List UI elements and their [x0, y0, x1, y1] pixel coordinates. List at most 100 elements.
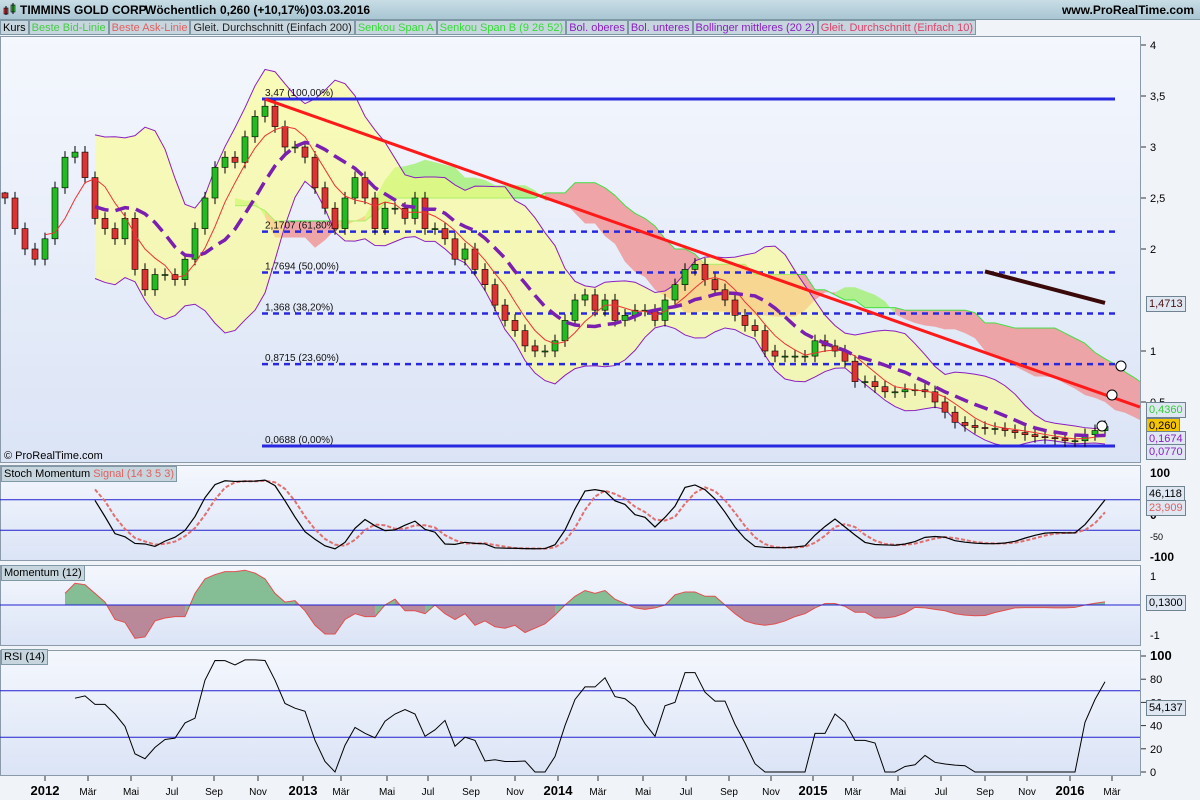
candle-body — [1051, 437, 1059, 440]
candle-body — [21, 228, 29, 250]
time-tick-label: Mär — [844, 787, 862, 798]
candle-body — [571, 299, 579, 321]
chart-area[interactable]: 43,532,5210,53,47 (100,00%)2,1707 (61,80… — [0, 0, 1200, 800]
time-tick-label: Sep — [720, 787, 738, 798]
momentum-area — [975, 605, 985, 616]
stoch-signal-label: Signal (14 3 5 3) — [93, 468, 174, 480]
ichimoku-cloud-segment — [635, 213, 645, 278]
candle-body — [401, 207, 409, 219]
momentum-area — [965, 605, 975, 616]
momentum-area — [215, 571, 225, 605]
candle-body — [951, 411, 959, 423]
momentum-tick-label: 1 — [1150, 571, 1156, 583]
momentum-area — [705, 596, 715, 605]
candle-body — [321, 187, 329, 209]
time-tick-label: Nov — [762, 787, 780, 798]
candle-body — [351, 177, 359, 199]
stoch-label: Stoch Momentum — [4, 468, 91, 480]
candle-body — [1061, 438, 1069, 442]
price-tick-label: 4 — [1150, 40, 1156, 52]
ichimoku-cloud-segment — [1135, 378, 1140, 421]
rsi-legend-tab[interactable]: RSI (14) — [1, 649, 48, 665]
stoch-tick-label: 100 — [1150, 466, 1170, 480]
price-tick-label: 1 — [1150, 346, 1156, 358]
time-tick-label: Jul — [166, 787, 179, 798]
candle-body — [121, 218, 129, 240]
candle-body — [461, 248, 469, 260]
panel-3 — [0, 650, 1141, 776]
candle-body — [101, 218, 109, 229]
rsi-tick-label: 0 — [1150, 767, 1156, 779]
candle-body — [871, 381, 879, 388]
ichimoku-cloud-segment — [1055, 328, 1065, 384]
candle-body — [11, 197, 19, 229]
momentum-area — [885, 605, 895, 619]
candle-body — [1, 192, 9, 199]
candle-body — [491, 284, 499, 306]
candle-body — [361, 177, 369, 199]
candle-body — [711, 279, 719, 291]
ichimoku-cloud-segment — [1105, 358, 1115, 411]
rsi-tick-label: 20 — [1150, 744, 1162, 756]
time-tick-label: 2012 — [31, 783, 60, 798]
ichimoku-cloud-segment — [1125, 371, 1135, 418]
candle-body — [111, 228, 119, 240]
candle-body — [591, 294, 599, 311]
candle-body — [941, 401, 949, 413]
momentum-area — [685, 591, 695, 605]
candle-body — [81, 151, 89, 178]
time-tick-label: 2015 — [799, 783, 828, 798]
candle-body — [141, 269, 149, 291]
candle-body — [391, 207, 399, 210]
candle-body — [271, 105, 279, 127]
candle-body — [281, 126, 289, 148]
candle-body — [41, 238, 49, 260]
candle-body — [251, 116, 259, 138]
time-tick-label: Nov — [249, 787, 267, 798]
candle-body — [151, 274, 159, 291]
candle-body — [891, 391, 899, 394]
candle-body — [131, 218, 139, 270]
candle-body — [721, 289, 729, 301]
copyright: © ProRealTime.com — [4, 450, 103, 462]
candle-body — [781, 355, 789, 358]
rsi-value-label: 54,137 — [1146, 700, 1186, 716]
momentum-area — [245, 570, 255, 605]
momentum-area — [365, 605, 375, 617]
candle-body — [231, 156, 239, 163]
time-tick-label: Mär — [332, 787, 350, 798]
fibonacci-level-label: 0,0688 (0,00%) — [265, 435, 333, 446]
time-tick-label: Mai — [379, 787, 395, 798]
candle-body — [181, 258, 189, 280]
price-tick-label: 3 — [1150, 142, 1156, 154]
candle-body — [511, 320, 519, 331]
stoch-legend-tab[interactable]: Stoch Momentum Signal (14 3 5 3) — [1, 466, 177, 482]
candle-body — [611, 299, 619, 321]
momentum-area — [175, 605, 185, 617]
momentum-area — [235, 570, 245, 605]
time-tick-label: Mai — [890, 787, 906, 798]
candle-body — [541, 350, 549, 353]
stoch-tick-label: -100 — [1150, 550, 1174, 564]
candle-body — [881, 386, 889, 393]
alert-marker-icon — [1106, 389, 1118, 401]
candle-body — [991, 428, 999, 430]
momentum-area — [325, 605, 335, 634]
candle-body — [241, 136, 249, 163]
candle-body — [701, 263, 709, 280]
momentum-legend-tab[interactable]: Momentum (12) — [1, 565, 85, 581]
candle-body — [861, 381, 869, 383]
candle-body — [91, 177, 99, 219]
candle-body — [331, 207, 339, 229]
alert-marker-icon — [1096, 420, 1108, 432]
ma200-value-label: 1,4713 — [1146, 296, 1186, 312]
time-tick-label: Mai — [635, 787, 651, 798]
stoch-tick-label: -50 — [1150, 532, 1163, 542]
candle-body — [501, 304, 509, 321]
candle-body — [261, 105, 269, 117]
candle-body — [161, 274, 169, 276]
time-tick-label: Sep — [462, 787, 480, 798]
time-tick-label: Mär — [589, 787, 607, 798]
ichimoku-cloud-segment — [845, 287, 855, 300]
ichimoku-cloud-segment — [985, 322, 995, 355]
